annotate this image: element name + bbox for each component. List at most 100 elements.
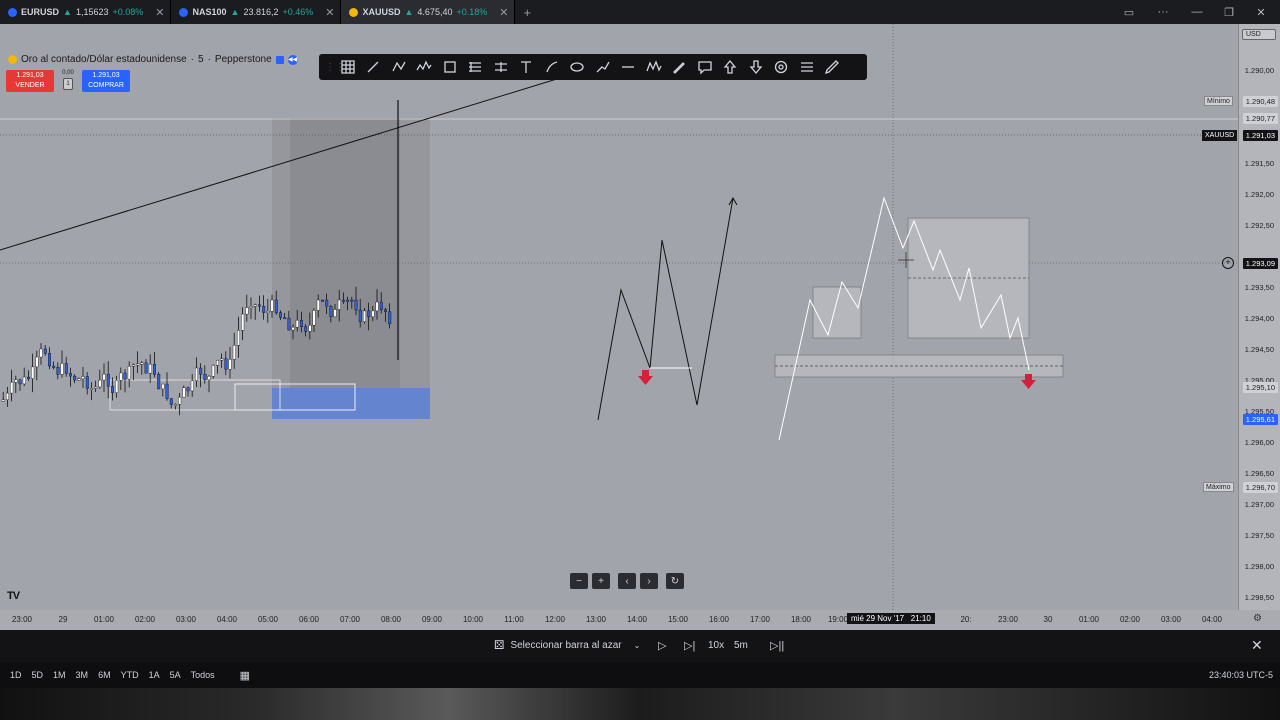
scroll-right-button[interactable]: › [640,573,658,589]
blue-zone [272,388,430,419]
candle [236,330,240,346]
time-tick-label: 13:00 [585,615,607,624]
period-button-1d[interactable]: 1D [5,670,27,680]
close-tab-icon[interactable]: ✕ [499,6,508,19]
candle [358,309,362,322]
period-button-ytd[interactable]: YTD [116,670,144,680]
pencil-icon[interactable] [820,54,846,80]
close-tab-icon[interactable]: ✕ [155,6,164,19]
zoom-in-button[interactable]: + [592,573,610,589]
time-scale-settings-icon[interactable]: ⚙ [1253,613,1262,624]
close-replay-icon[interactable]: ✕ [1251,637,1263,654]
buy-button[interactable]: 1.291,03 COMPRAR [82,70,130,92]
horizontal-line-icon[interactable] [616,54,642,80]
patterns-icon[interactable] [386,54,412,80]
candle [119,372,123,381]
candle [274,299,278,313]
tab-arrow: ▲ [63,7,72,17]
quantity-box[interactable]: 1 [63,78,73,90]
candle [199,367,203,375]
tab-nas100[interactable]: NAS100 ▲ 23.816,2 +0.46% ✕ [171,0,342,24]
parallel-channel-icon[interactable] [488,54,514,80]
candle [56,367,60,375]
candle [211,365,215,377]
random-bar-selector[interactable]: ⚄ Seleccionar barra al azar ⌄ [494,638,640,652]
time-tick-label: 07:00 [339,615,361,624]
candle [22,376,26,385]
candle [43,348,47,354]
time-tick-label: 10:00 [462,615,484,624]
brush-icon[interactable] [539,54,565,80]
interval-selector[interactable]: 5m [734,640,748,651]
candle [363,310,367,322]
step-forward-icon[interactable]: ▷| [684,639,695,652]
jump-to-realtime-icon[interactable]: ▷|| [770,639,784,652]
text-icon[interactable] [514,54,540,80]
settings-icon[interactable] [769,54,795,80]
grid-icon[interactable] [335,54,361,80]
price-tick-label: 1.298,50 [1244,593,1274,602]
candle [270,299,274,312]
close-window-button[interactable]: ✕ [1246,0,1276,24]
period-button-todos[interactable]: Todos [186,670,220,680]
play-icon[interactable]: ▷ [658,639,666,652]
candle [89,388,93,390]
close-tab-icon[interactable]: ✕ [325,6,334,19]
wave-icon[interactable] [412,54,438,80]
rectangle-icon[interactable] [437,54,463,80]
period-button-1m[interactable]: 1M [48,670,71,680]
price-scale[interactable]: USD 1.290,00 1.291,50 1.292,00 1.292,50 1.29… [1238,24,1280,610]
reset-chart-button[interactable]: ↻ [666,573,684,589]
currency-selector[interactable]: USD [1242,29,1276,40]
period-button-3m[interactable]: 3M [71,670,94,680]
zoom-out-button[interactable]: − [570,573,588,589]
crosshair-add-icon[interactable]: + [1222,257,1234,269]
maximo-marker: Máximo [1203,482,1234,492]
time-tick-label: 14:00 [626,615,648,624]
clock-label[interactable]: 23:40:03 UTC-5 [1209,670,1273,680]
candle [39,348,43,358]
candle [27,376,31,379]
zigzag-icon[interactable] [641,54,667,80]
drag-handle-icon[interactable]: ⋮⋮ [325,62,345,73]
fib-icon[interactable] [463,54,489,80]
arrow-up-icon[interactable] [718,54,744,80]
date-range-icon[interactable]: ▦ [240,669,250,682]
highlight-zone-inner [290,118,400,388]
chart-pane[interactable]: Oro al contado/Dólar estadounidense · 5 … [0,24,1238,610]
time-scale[interactable]: 23:00 29 01:00 02:00 03:00 04:00 05:00 06:00 07:… [0,610,1280,630]
align-icon[interactable] [794,54,820,80]
path-icon[interactable] [590,54,616,80]
candle [48,353,52,367]
tab-eurusd[interactable]: EURUSD ▲ 1,15623 +0.08% ✕ [0,0,172,24]
tradingview-logo[interactable]: TV [7,590,20,602]
callout-icon[interactable] [692,54,718,80]
maximize-button[interactable]: ❐ [1214,0,1244,24]
ellipse-icon[interactable] [565,54,591,80]
drawing-toolbar: ⋮⋮ [319,54,867,80]
candle [266,311,270,313]
candle [228,359,232,370]
arrow-down-icon[interactable] [743,54,769,80]
minimize-button[interactable]: — [1182,0,1212,24]
replay-mode-icon[interactable]: ◀◀ [287,54,298,65]
new-tab-button[interactable]: + [523,5,531,20]
period-button-1a[interactable]: 1A [144,670,165,680]
replay-toolbar: ⚄ Seleccionar barra al azar ⌄ ▷ ▷| 10x 5… [0,630,1280,662]
pen-icon[interactable] [667,54,693,80]
more-icon[interactable]: ··· [1148,0,1178,24]
scroll-left-button[interactable]: ‹ [618,573,636,589]
tab-symbol: NAS100 [192,7,227,17]
tab-xauusd[interactable]: XAUUSD ▲ 4.675,40 +0.18% ✕ [341,0,516,24]
layout-icon[interactable]: ▭ [1114,0,1144,24]
period-button-5d[interactable]: 5D [27,670,49,680]
symbol-header[interactable]: Oro al contado/Dólar estadounidense · 5 … [8,54,298,65]
candle [115,380,119,393]
trendline-icon[interactable] [361,54,387,80]
period-button-5a[interactable]: 5A [165,670,186,680]
speed-selector[interactable]: 10x [708,640,724,651]
candle [325,299,329,307]
period-button-6m[interactable]: 6M [93,670,116,680]
sell-button[interactable]: 1.291,03 VENDER [6,70,54,92]
minimo-value: 1.290,48 [1242,96,1278,107]
